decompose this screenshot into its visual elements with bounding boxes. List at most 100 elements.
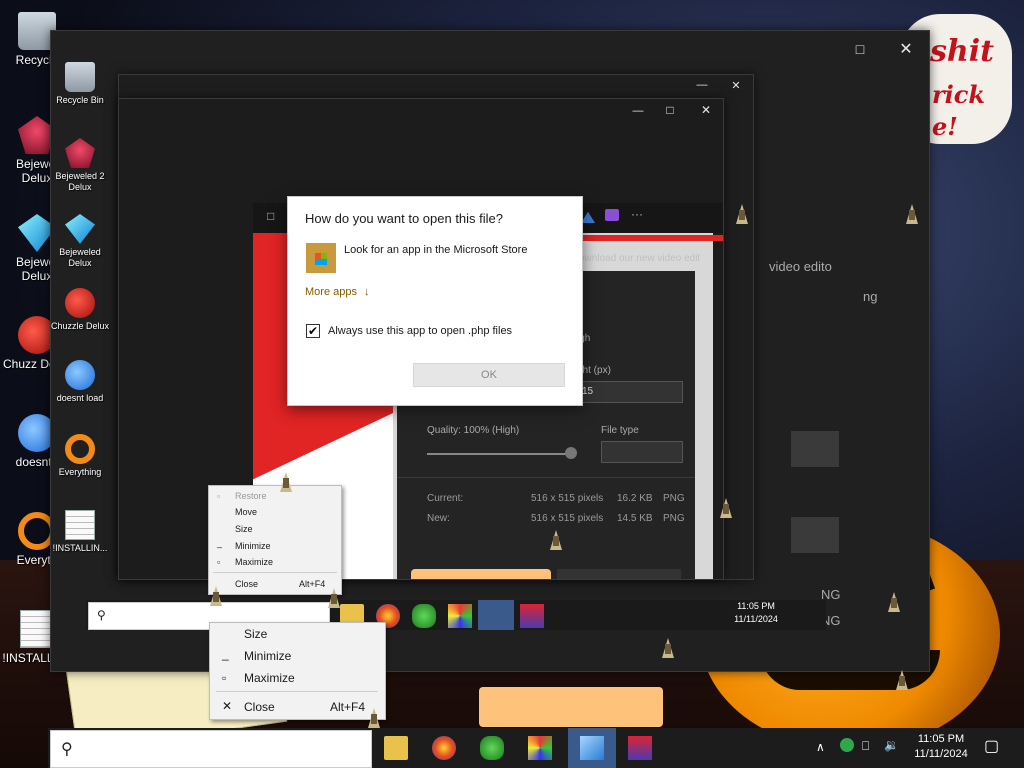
search-icon: ⚲ <box>97 608 106 622</box>
new-label: New: <box>427 513 450 524</box>
toolbar-crop-icon[interactable]: □ <box>267 209 274 223</box>
cursor-ghost <box>280 472 292 492</box>
menu-item-move[interactable]: Move <box>235 507 257 517</box>
cursor-ghost <box>736 204 748 224</box>
ghost-icon-label: Everything <box>58 467 102 477</box>
speaker-icon[interactable]: 🔉 <box>884 738 899 752</box>
microsoft-store-icon[interactable] <box>306 243 336 273</box>
menu-separator <box>216 691 378 692</box>
close-button[interactable]: ✕ <box>883 39 929 59</box>
menu-item-restore[interactable]: Restore <box>235 491 267 501</box>
window-context-menu-large: Size _ Minimize ▫ Maximize ✕ Close Alt+F… <box>209 622 386 720</box>
file-type-label: File type <box>601 425 639 436</box>
current-format: PNG <box>663 493 685 504</box>
ghost-desktop-icon: doesnt load <box>50 360 110 404</box>
open-with-dialog: How do you want to open this file? Look … <box>287 196 583 406</box>
taskbar-active-app[interactable] <box>568 728 616 768</box>
cursor-ghost <box>906 204 918 224</box>
taskbar-clock[interactable]: 11:05 PM 11/11/2024 <box>906 732 976 762</box>
taskbar: ⚲ ∧ ⎕ 🔉 11:05 PM 11/11/2024 ▢ <box>48 728 1024 768</box>
app-icon[interactable] <box>480 736 504 760</box>
maximize-button[interactable]: □ <box>837 41 883 57</box>
dialog-title: How do you want to open this file? <box>305 211 504 226</box>
wallpaper-cloud-text: rick <box>932 80 986 109</box>
cursor-ghost <box>662 638 674 658</box>
always-use-label[interactable]: Always use this app to open .php files <box>328 325 512 337</box>
network-icon[interactable]: ⎕ <box>862 739 869 754</box>
app-icon[interactable] <box>528 736 552 760</box>
ghost-clock[interactable]: 11:05 PM 11/11/2024 <box>726 600 786 626</box>
quality-slider-thumb[interactable] <box>565 447 577 459</box>
menu-item-maximize[interactable]: Maximize <box>244 671 295 685</box>
height-input[interactable]: 15 <box>577 381 683 403</box>
orange-action-button[interactable] <box>479 687 663 727</box>
recycle-bin-icon <box>65 62 95 92</box>
menu-item-size[interactable]: Size <box>235 524 253 534</box>
cursor-ghost <box>896 670 908 690</box>
app-icon[interactable] <box>412 604 436 628</box>
current-label: Current: <box>427 493 464 504</box>
menu-item-minimize[interactable]: Minimize <box>244 649 291 663</box>
quality-slider-track[interactable] <box>427 453 571 455</box>
app-icon[interactable] <box>628 736 652 760</box>
ok-button[interactable]: OK <box>413 363 565 387</box>
save-button[interactable] <box>411 569 551 579</box>
store-option-label[interactable]: Look for an app in the Microsoft Store <box>344 244 527 256</box>
quality-label: Quality: 100% (High) <box>427 425 520 436</box>
panel-divider <box>397 477 695 478</box>
ghost-desktop-icon: Bejeweled Delux <box>50 214 110 269</box>
new-filesize: 14.5 KB <box>617 513 653 524</box>
more-options-icon[interactable]: ··· <box>631 207 643 221</box>
cursor-ghost <box>720 498 732 518</box>
close-shortcut: Alt+F4 <box>330 700 366 714</box>
close-button[interactable]: ✕ <box>713 79 759 92</box>
chevron-up-icon[interactable]: ∧ <box>816 740 825 754</box>
chuzzle-icon <box>65 288 95 318</box>
ghost-icon-label: doesnt load <box>56 393 104 403</box>
menu-item-minimize[interactable]: Minimize <box>235 541 271 551</box>
tray-app-icon[interactable] <box>840 738 854 752</box>
toolbar-shape-icon[interactable] <box>581 211 595 223</box>
cursor-ghost <box>550 530 562 550</box>
app-icon[interactable] <box>448 604 472 628</box>
bejeweled-icon <box>65 214 95 244</box>
cursor-ghost <box>328 588 340 608</box>
ghost-icon-label: Recycle Bin <box>56 95 104 105</box>
menu-item-maximize[interactable]: Maximize <box>235 557 273 567</box>
close-shortcut: Alt+F4 <box>299 579 326 589</box>
search-box[interactable]: ⚲ <box>50 730 372 768</box>
close-button[interactable]: ✕ <box>683 103 729 117</box>
file-explorer-icon[interactable] <box>384 736 408 760</box>
cursor-ghost <box>210 586 222 606</box>
maximize-icon: ▫ <box>217 557 221 567</box>
wallpaper-cloud-text: shit <box>930 34 994 69</box>
header-fragment: ng <box>863 289 878 304</box>
app-icon[interactable] <box>520 604 544 628</box>
restore-icon: ▫ <box>217 491 221 501</box>
current-dimensions: 516 x 515 pixels <box>531 493 604 504</box>
firefox-icon[interactable] <box>432 736 456 760</box>
arrow-down-icon: ↓ <box>364 286 370 298</box>
menu-item-close[interactable]: Close <box>244 700 275 714</box>
more-apps-link[interactable]: More apps ↓ <box>305 286 370 298</box>
file-type-dropdown[interactable] <box>601 441 683 463</box>
doesnt-icon <box>65 360 95 390</box>
menu-separator <box>213 572 337 573</box>
more-apps-label: More apps <box>305 286 357 298</box>
document-icon <box>65 510 95 540</box>
cancel-button[interactable] <box>557 569 681 579</box>
current-filesize: 16.2 KB <box>617 493 653 504</box>
ghost-icon-label: Chuzzle Delux <box>50 321 110 331</box>
menu-item-close[interactable]: Close <box>235 579 258 589</box>
ghost-desktop-icon: Recycle Bin <box>50 62 110 106</box>
taskbar-active-app[interactable] <box>478 600 514 630</box>
ghost-clock-time: 11:05 PM <box>737 601 775 611</box>
minimize-icon: _ <box>222 647 229 661</box>
toolbar-film-icon[interactable] <box>605 209 619 221</box>
notification-icon[interactable]: ▢ <box>984 736 999 756</box>
banner-red-line <box>581 235 723 241</box>
menu-item-size[interactable]: Size <box>244 627 267 641</box>
always-use-checkbox[interactable]: ✔ <box>306 324 320 338</box>
ghost-desktop-icon: Everything <box>50 434 110 478</box>
search-icon: ⚲ <box>61 741 73 758</box>
